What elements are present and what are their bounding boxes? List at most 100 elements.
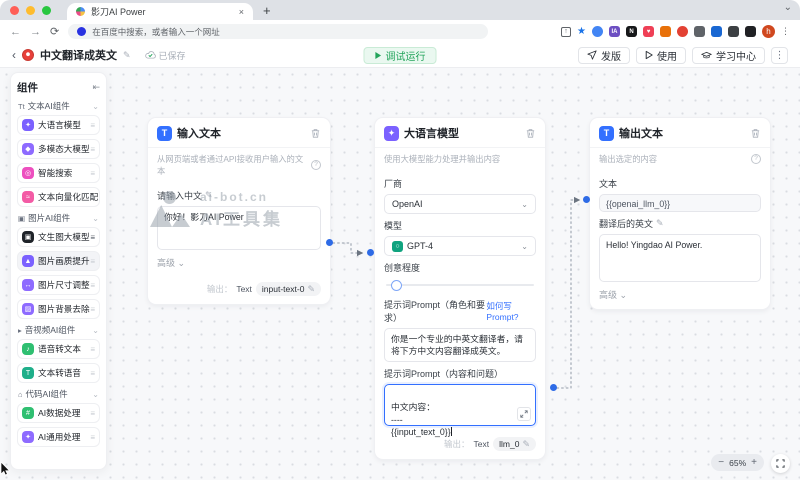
edit-title-icon[interactable]: ✎	[123, 50, 131, 61]
extension-icon[interactable]	[745, 26, 756, 37]
extension-icon[interactable]	[677, 26, 688, 37]
edit-variable-icon[interactable]: ✎	[307, 284, 315, 295]
more-menu-button[interactable]: ⋮	[771, 46, 788, 64]
edit-variable-icon[interactable]: ✎	[522, 439, 530, 450]
extension-icon[interactable]	[728, 26, 739, 37]
creativity-slider[interactable]	[386, 278, 534, 292]
drag-handle-icon[interactable]: ≡	[90, 409, 95, 418]
trash-icon[interactable]	[750, 128, 761, 139]
tab-close-icon[interactable]: ×	[239, 7, 244, 17]
edit-field-icon[interactable]: ✎	[656, 218, 664, 229]
forward-icon[interactable]: →	[30, 26, 41, 38]
extension-icon[interactable]: N	[626, 26, 637, 37]
back-icon[interactable]: ←	[10, 26, 21, 38]
app-back-button[interactable]: ‹	[12, 48, 16, 62]
node-llm[interactable]: ✦ 大语言模型 使用大模型能力处理并输出内容 厂商 OpenAI ⌄ 模型 ○ …	[375, 118, 545, 459]
use-button[interactable]: 使用	[636, 46, 686, 64]
sidebar-item-text2speech[interactable]: T 文本转语音 ≡	[17, 363, 100, 383]
fit-view-button[interactable]	[771, 454, 790, 473]
output-variable-badge[interactable]: input-text-0 ✎	[255, 282, 321, 296]
group-image-ai[interactable]: ▣ 图片AI组件 ⌄	[18, 212, 99, 224]
zoom-in-icon[interactable]: +	[751, 457, 757, 468]
browser-tab[interactable]: 影刀AI Power ×	[67, 3, 253, 20]
help-icon[interactable]: ?	[751, 154, 761, 164]
drag-handle-icon[interactable]: ≡	[90, 193, 95, 202]
reload-icon[interactable]: ⟳	[50, 25, 59, 38]
slider-thumb[interactable]	[391, 279, 402, 291]
edit-field-icon[interactable]: ✎	[205, 190, 213, 201]
extension-icon[interactable]	[711, 26, 722, 37]
minimize-window-button[interactable]	[26, 5, 35, 15]
drag-handle-icon[interactable]: ≡	[90, 433, 95, 442]
drag-handle-icon[interactable]: ≡	[90, 345, 95, 354]
port-input-text-out[interactable]	[326, 239, 333, 246]
prompt-content-textarea[interactable]: 中文内容： ---- {{input_text_0}}	[384, 384, 536, 437]
drag-handle-icon[interactable]: ≡	[90, 169, 95, 178]
slider-track[interactable]	[386, 284, 534, 286]
drag-handle-icon[interactable]: ≡	[90, 257, 95, 266]
workflow-canvas[interactable]: 组件 ⇤ Tt 文本AI组件 ⌄ ✦ 大语言模型 ≡ ◆ 多模态大模型 ≡ ◎ …	[0, 68, 800, 480]
debug-run-button[interactable]: 调试运行	[363, 46, 437, 64]
sidebar-item-multimodal[interactable]: ◆ 多模态大模型 ≡	[17, 139, 100, 159]
trash-icon[interactable]	[525, 128, 536, 139]
browser-menu-icon[interactable]: ⋮	[781, 26, 790, 37]
url-bar[interactable]: 在百度中搜索，或者输入一个网址	[68, 24, 489, 39]
tab-search-chevron-icon[interactable]: ⌄	[784, 2, 792, 13]
drag-handle-icon[interactable]: ≡	[90, 369, 95, 378]
zoom-out-icon[interactable]: −	[718, 457, 724, 468]
node-input-text[interactable]: T 输入文本 从网页端或者通过API接收用户输入的文本 ? 请输入中文 ✎ 你好…	[148, 118, 330, 304]
collapse-panel-icon[interactable]: ⇤	[92, 82, 100, 93]
chinese-input-textarea[interactable]: 你好！影刀AI Power	[157, 206, 321, 250]
sidebar-item-bg-remove[interactable]: ▨ 图片背景去除 ≡	[17, 299, 100, 319]
edge-llm-to-output	[556, 196, 581, 389]
group-text-ai[interactable]: Tt 文本AI组件 ⌄	[18, 100, 99, 112]
sidebar-item-image-quality[interactable]: ▲ 图片画质提升 ≡	[17, 251, 100, 271]
expand-textarea-icon[interactable]	[517, 407, 531, 421]
url-placeholder: 在百度中搜索，或者输入一个网址	[92, 26, 220, 37]
sidebar-item-image-resize[interactable]: ↔ 图片尺寸调整 ≡	[17, 275, 100, 295]
node-output-text[interactable]: T 输出文本 输出选定的内容 ? 文本 {{openai_llm_0}} 翻译后…	[590, 118, 770, 309]
sidebar-item-ai-general-process[interactable]: ✦ AI通用处理 ≡	[17, 427, 100, 447]
group-av-ai[interactable]: ▸ 音视频AI组件 ⌄	[18, 324, 99, 336]
drag-handle-icon[interactable]: ≡	[90, 233, 95, 242]
sidebar-item-ai-data-process[interactable]: # AI数据处理 ≡	[17, 403, 100, 423]
how-to-write-prompt-link[interactable]: 如何写Prompt?	[486, 300, 536, 322]
new-tab-button[interactable]: +	[263, 3, 271, 18]
text-variable-input[interactable]: {{openai_llm_0}}	[599, 194, 761, 212]
drag-handle-icon[interactable]: ≡	[90, 281, 95, 290]
profile-avatar[interactable]: h	[762, 25, 775, 38]
close-window-button[interactable]	[10, 5, 19, 15]
translated-output-textarea[interactable]: Hello! Yingdao AI Power.	[599, 234, 761, 282]
advanced-toggle[interactable]: 高级 ⌄	[157, 256, 321, 269]
group-code-ai[interactable]: ⌂ 代码AI组件 ⌄	[18, 388, 99, 400]
maximize-window-button[interactable]	[42, 5, 51, 15]
output-variable-badge[interactable]: llm_0 ✎	[493, 437, 536, 451]
port-llm-out[interactable]	[550, 384, 557, 391]
extension-icon[interactable]	[694, 26, 705, 37]
drag-handle-icon[interactable]: ≡	[90, 305, 95, 314]
sidebar-item-text2image[interactable]: ▣ 文生图大模型 ≡	[17, 227, 100, 247]
trash-icon[interactable]	[310, 128, 321, 139]
port-output-text-in[interactable]	[583, 196, 590, 203]
extension-icon[interactable]	[660, 26, 671, 37]
advanced-toggle[interactable]: 高级 ⌄	[599, 288, 761, 301]
model-select[interactable]: ○ GPT-4 ⌄	[384, 236, 536, 256]
drag-handle-icon[interactable]: ≡	[90, 121, 95, 130]
drag-handle-icon[interactable]: ≡	[90, 145, 95, 154]
extension-icon[interactable]: ♥	[643, 26, 654, 37]
extension-icon[interactable]	[592, 26, 603, 37]
help-icon[interactable]: ?	[311, 160, 321, 170]
node-description: 输出选定的内容 ?	[590, 147, 770, 170]
extension-icon[interactable]: IA	[609, 26, 620, 37]
sidebar-item-text-vector-match[interactable]: ≈ 文本向量化匹配 ≡	[17, 187, 100, 207]
sidebar-item-speech2text[interactable]: ♪ 语音转文本 ≡	[17, 339, 100, 359]
publish-button[interactable]: 发版	[578, 46, 630, 64]
port-llm-in[interactable]	[367, 249, 374, 256]
share-icon[interactable]: ↑	[561, 26, 572, 37]
vendor-select[interactable]: OpenAI ⌄	[384, 194, 536, 214]
sidebar-item-smart-search[interactable]: ◎ 智能搜索 ≡	[17, 163, 100, 183]
prompt-role-textarea[interactable]: 你是一个专业的中英文翻译者，请将下方中文内容翻译成英文。	[384, 328, 536, 362]
sidebar-item-llm[interactable]: ✦ 大语言模型 ≡	[17, 115, 100, 135]
learning-center-button[interactable]: 学习中心	[692, 46, 765, 64]
bookmark-star-icon[interactable]: ★	[577, 26, 586, 37]
